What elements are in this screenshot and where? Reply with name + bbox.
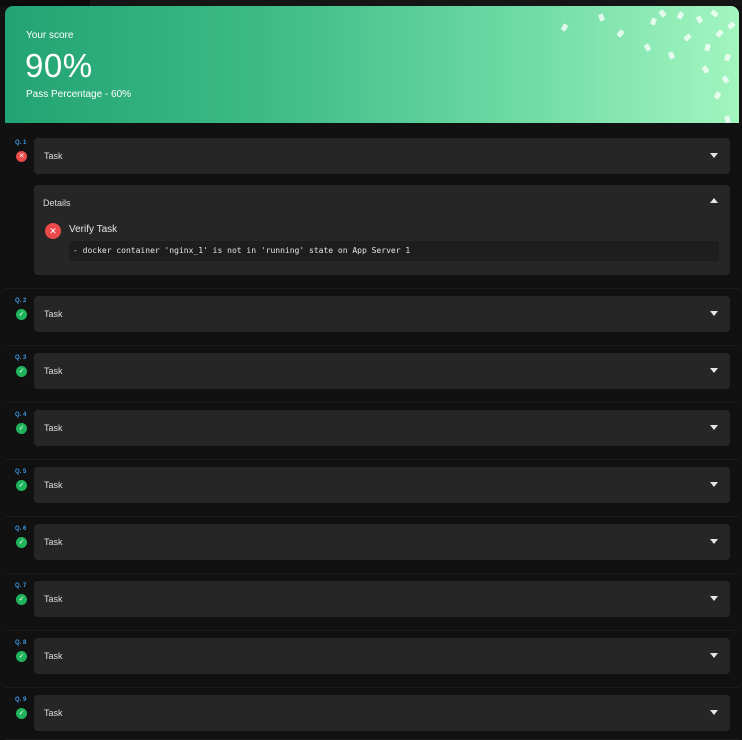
verify-task-title: Verify Task [69, 224, 118, 235]
chevron-up-icon [710, 198, 718, 203]
pass-percentage: Pass Percentage - 60% [26, 89, 132, 100]
check-icon: ✓ [16, 594, 27, 605]
task-accordion[interactable]: Task [34, 581, 730, 617]
task-accordion[interactable]: Task [34, 638, 730, 674]
chevron-down-icon [710, 710, 718, 715]
task-accordion[interactable]: Task [34, 353, 730, 389]
question-row: Q. 4 ✓ Task [5, 402, 739, 460]
chevron-down-icon [710, 653, 718, 658]
question-row: Q. 6 ✓ Task [5, 516, 739, 574]
score-banner: Your score 90% Pass Percentage - 60% [5, 6, 739, 123]
question-number: Q. 6 [15, 526, 27, 532]
chevron-down-icon [710, 425, 718, 430]
check-icon: ✓ [16, 708, 27, 719]
chevron-down-icon [710, 368, 718, 373]
question-row: Q. 5 ✓ Task [5, 459, 739, 517]
question-number: Q. 8 [15, 640, 27, 646]
chevron-down-icon [710, 482, 718, 487]
question-row: Q. 1 ✕ Task Details ✕ Verify Task - docker con… [5, 130, 739, 289]
x-icon: ✕ [16, 151, 27, 162]
chevron-down-icon [710, 153, 718, 158]
task-accordion[interactable]: Task [34, 695, 730, 731]
task-accordion[interactable]: Task [34, 467, 730, 503]
question-number: Q. 3 [15, 355, 27, 361]
score-label: Your score [26, 30, 74, 41]
details-title: Details [43, 198, 71, 208]
check-icon: ✓ [16, 423, 27, 434]
question-row: Q. 8 ✓ Task [5, 630, 739, 688]
task-label: Task [44, 594, 63, 604]
task-accordion[interactable]: Task [34, 410, 730, 446]
question-number: Q. 1 [15, 140, 27, 146]
task-label: Task [44, 708, 63, 718]
question-number: Q. 5 [15, 469, 27, 475]
question-number: Q. 4 [15, 412, 27, 418]
verification-message: - docker container 'nginx_1' is not in '… [69, 241, 719, 261]
question-number: Q. 9 [15, 697, 27, 703]
question-row: Q. 9 ✓ Task [5, 687, 739, 740]
question-row: Q. 2 ✓ Task [5, 288, 739, 346]
task-accordion[interactable]: Task [34, 138, 730, 174]
task-label: Task [44, 537, 63, 547]
x-icon: ✕ [45, 223, 61, 239]
question-number: Q. 2 [15, 298, 27, 304]
task-label: Task [44, 423, 63, 433]
check-icon: ✓ [16, 651, 27, 662]
task-label: Task [44, 651, 63, 661]
chevron-down-icon [710, 596, 718, 601]
details-panel[interactable]: Details ✕ Verify Task - docker container 'n… [34, 185, 730, 275]
task-accordion[interactable]: Task [34, 524, 730, 560]
question-row: Q. 7 ✓ Task [5, 573, 739, 631]
check-icon: ✓ [16, 309, 27, 320]
chevron-down-icon [710, 539, 718, 544]
task-label: Task [44, 480, 63, 490]
task-label: Task [44, 151, 63, 161]
chevron-down-icon [710, 311, 718, 316]
question-number: Q. 7 [15, 583, 27, 589]
question-row: Q. 3 ✓ Task [5, 345, 739, 403]
task-label: Task [44, 366, 63, 376]
check-icon: ✓ [16, 480, 27, 491]
task-accordion[interactable]: Task [34, 296, 730, 332]
check-icon: ✓ [16, 366, 27, 377]
score-value: 90% [25, 47, 93, 84]
task-label: Task [44, 309, 63, 319]
check-icon: ✓ [16, 537, 27, 548]
